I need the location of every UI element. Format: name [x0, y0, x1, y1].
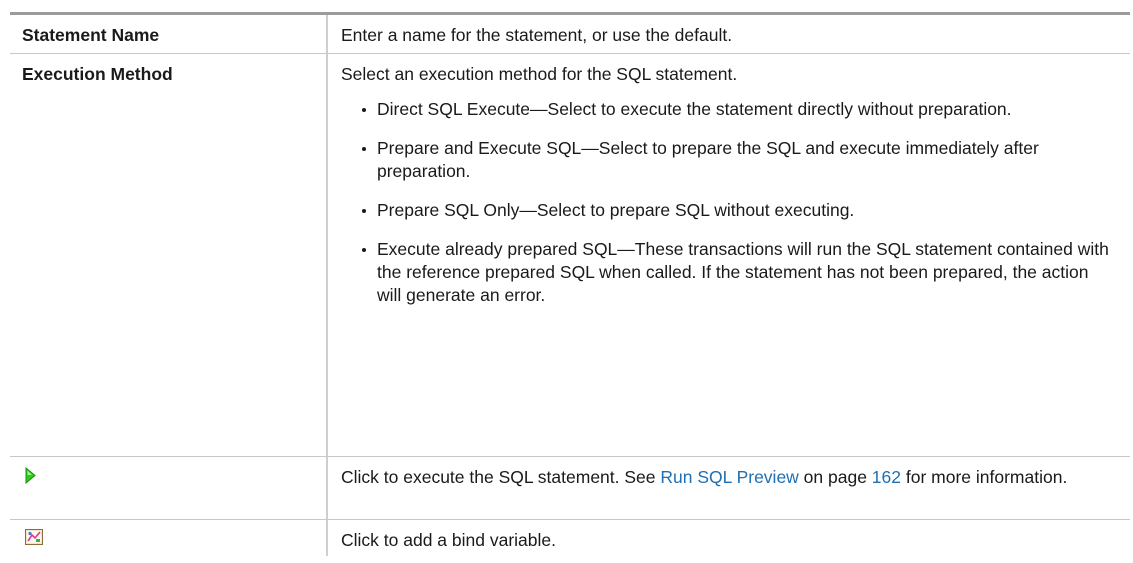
execution-method-list: Direct SQL Execute—Select to execute the…	[341, 98, 1130, 307]
row-description: Select an execution method for the SQL s…	[341, 64, 738, 84]
table-cell-description: Select an execution method for the SQL s…	[328, 54, 1130, 456]
table-cell-icon	[10, 457, 328, 519]
row-description: on page	[798, 467, 872, 487]
list-item: Prepare and Execute SQL—Select to prepar…	[362, 137, 1130, 183]
row-description: for more information.	[901, 467, 1068, 487]
options-table: Statement Name Enter a name for the stat…	[10, 12, 1130, 556]
table-cell-label: Execution Method	[10, 54, 328, 456]
bind-variable-icon	[25, 529, 43, 550]
table-cell-icon	[10, 520, 328, 556]
table-cell-description: Click to execute the SQL statement. See …	[328, 457, 1130, 519]
table-cell-label: Statement Name	[10, 15, 328, 53]
row-label: Execution Method	[22, 64, 173, 84]
table-row-execute: Click to execute the SQL statement. See …	[10, 457, 1130, 520]
row-description: Click to execute the SQL statement. See	[341, 467, 661, 487]
list-item: Direct SQL Execute—Select to execute the…	[362, 98, 1130, 121]
page-number-link[interactable]: 162	[872, 467, 901, 487]
table-cell-description: Enter a name for the statement, or use t…	[328, 15, 1130, 53]
table-row-statement-name: Statement Name Enter a name for the stat…	[10, 15, 1130, 54]
table-row-execution-method: Execution Method Select an execution met…	[10, 54, 1130, 457]
row-description: Click to add a bind variable.	[341, 530, 556, 550]
run-sql-preview-link[interactable]: Run SQL Preview	[660, 467, 798, 487]
row-description: Enter a name for the statement, or use t…	[341, 25, 733, 45]
table-row-bind-variable: Click to add a bind variable.	[10, 520, 1130, 556]
row-label: Statement Name	[22, 25, 160, 45]
execute-play-icon	[25, 466, 36, 489]
list-item: Prepare SQL Only—Select to prepare SQL w…	[362, 199, 1130, 222]
table-cell-description: Click to add a bind variable.	[328, 520, 1130, 556]
list-item: Execute already prepared SQL—These trans…	[362, 238, 1130, 307]
